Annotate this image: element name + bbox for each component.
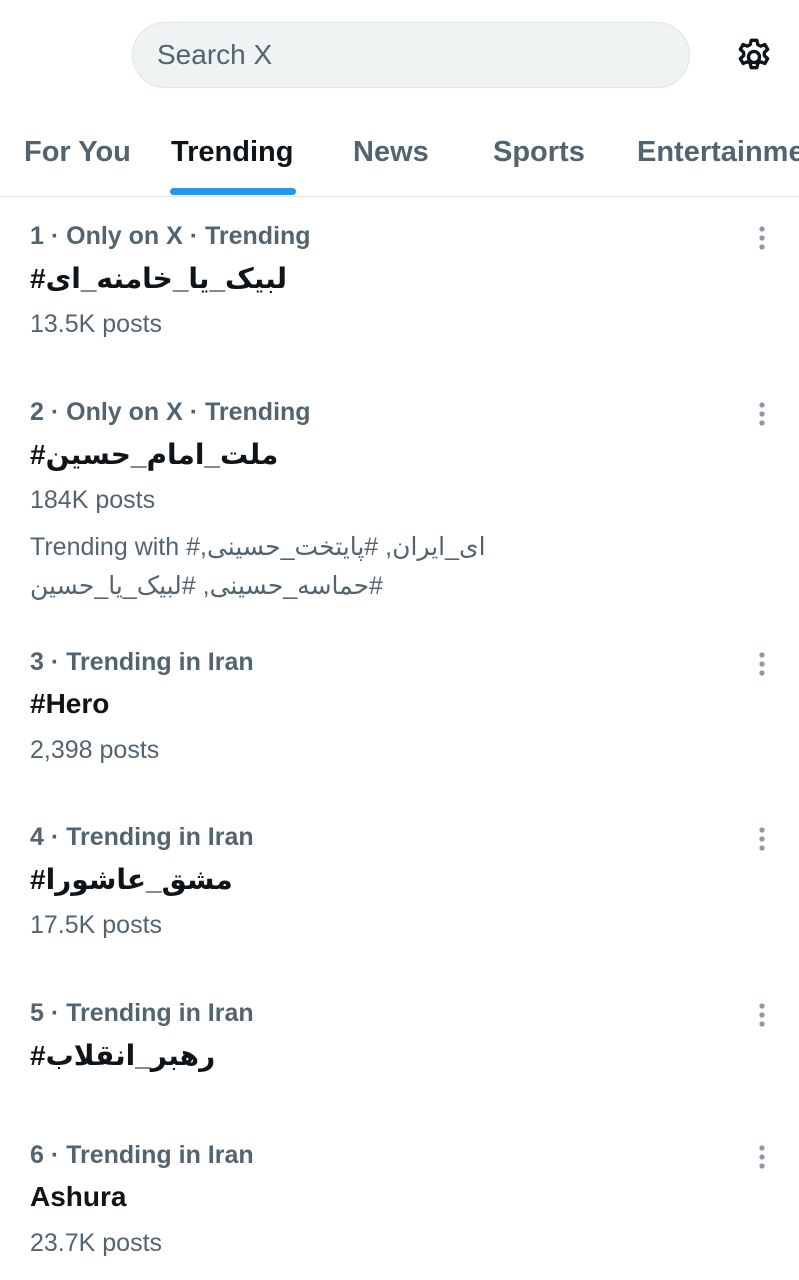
trend-meta: 3 · Trending in Iran <box>30 648 254 676</box>
trend-name: Ashura <box>30 1181 127 1212</box>
trend-posts: 2,398 posts <box>30 736 160 764</box>
more-vertical-icon[interactable] <box>748 819 776 859</box>
more-vertical-icon[interactable] <box>748 218 776 258</box>
trend-meta: 4 · Trending in Iran <box>30 823 254 851</box>
tab-news[interactable]: News <box>353 136 429 169</box>
tab-trending[interactable]: Trending <box>171 136 293 169</box>
explore-tabs: For You Trending News Sports Entertainme… <box>0 112 799 197</box>
trend-name: #لبیک_یا_خامنه_ای <box>30 263 288 294</box>
trend-name: #مشق_عاشورا <box>30 864 233 895</box>
trend-posts: 13.5K posts <box>30 310 163 338</box>
trend-meta: 6 · Trending in Iran <box>30 1141 254 1169</box>
trend-posts: 17.5K posts <box>30 911 163 939</box>
trend-name: #رهبر_انقلاب <box>30 1040 216 1071</box>
search-input[interactable] <box>155 38 689 72</box>
tab-for-you[interactable]: For You <box>24 136 131 169</box>
active-tab-indicator <box>170 188 296 195</box>
tab-sports[interactable]: Sports <box>493 136 585 169</box>
trend-meta: 2 · Only on X · Trending <box>30 398 311 426</box>
trend-posts: 184K posts <box>30 486 156 514</box>
more-vertical-icon[interactable] <box>748 644 776 684</box>
trending-with: Trending with #ای_ایران, #پایتخت_حسینی, … <box>30 533 486 600</box>
trend-name: #ملت_امام_حسین <box>30 439 279 470</box>
tab-entertainment[interactable]: Entertainment <box>637 136 799 169</box>
trend-meta: 5 · Trending in Iran <box>30 999 254 1027</box>
trend-name: #Hero <box>30 688 110 719</box>
search-bar[interactable] <box>132 22 690 88</box>
trend-meta: 1 · Only on X · Trending <box>30 222 311 250</box>
more-vertical-icon[interactable] <box>748 995 776 1035</box>
trend-posts: 23.7K posts <box>30 1229 163 1257</box>
more-vertical-icon[interactable] <box>748 1137 776 1177</box>
gear-icon[interactable] <box>731 34 777 80</box>
more-vertical-icon[interactable] <box>748 394 776 434</box>
